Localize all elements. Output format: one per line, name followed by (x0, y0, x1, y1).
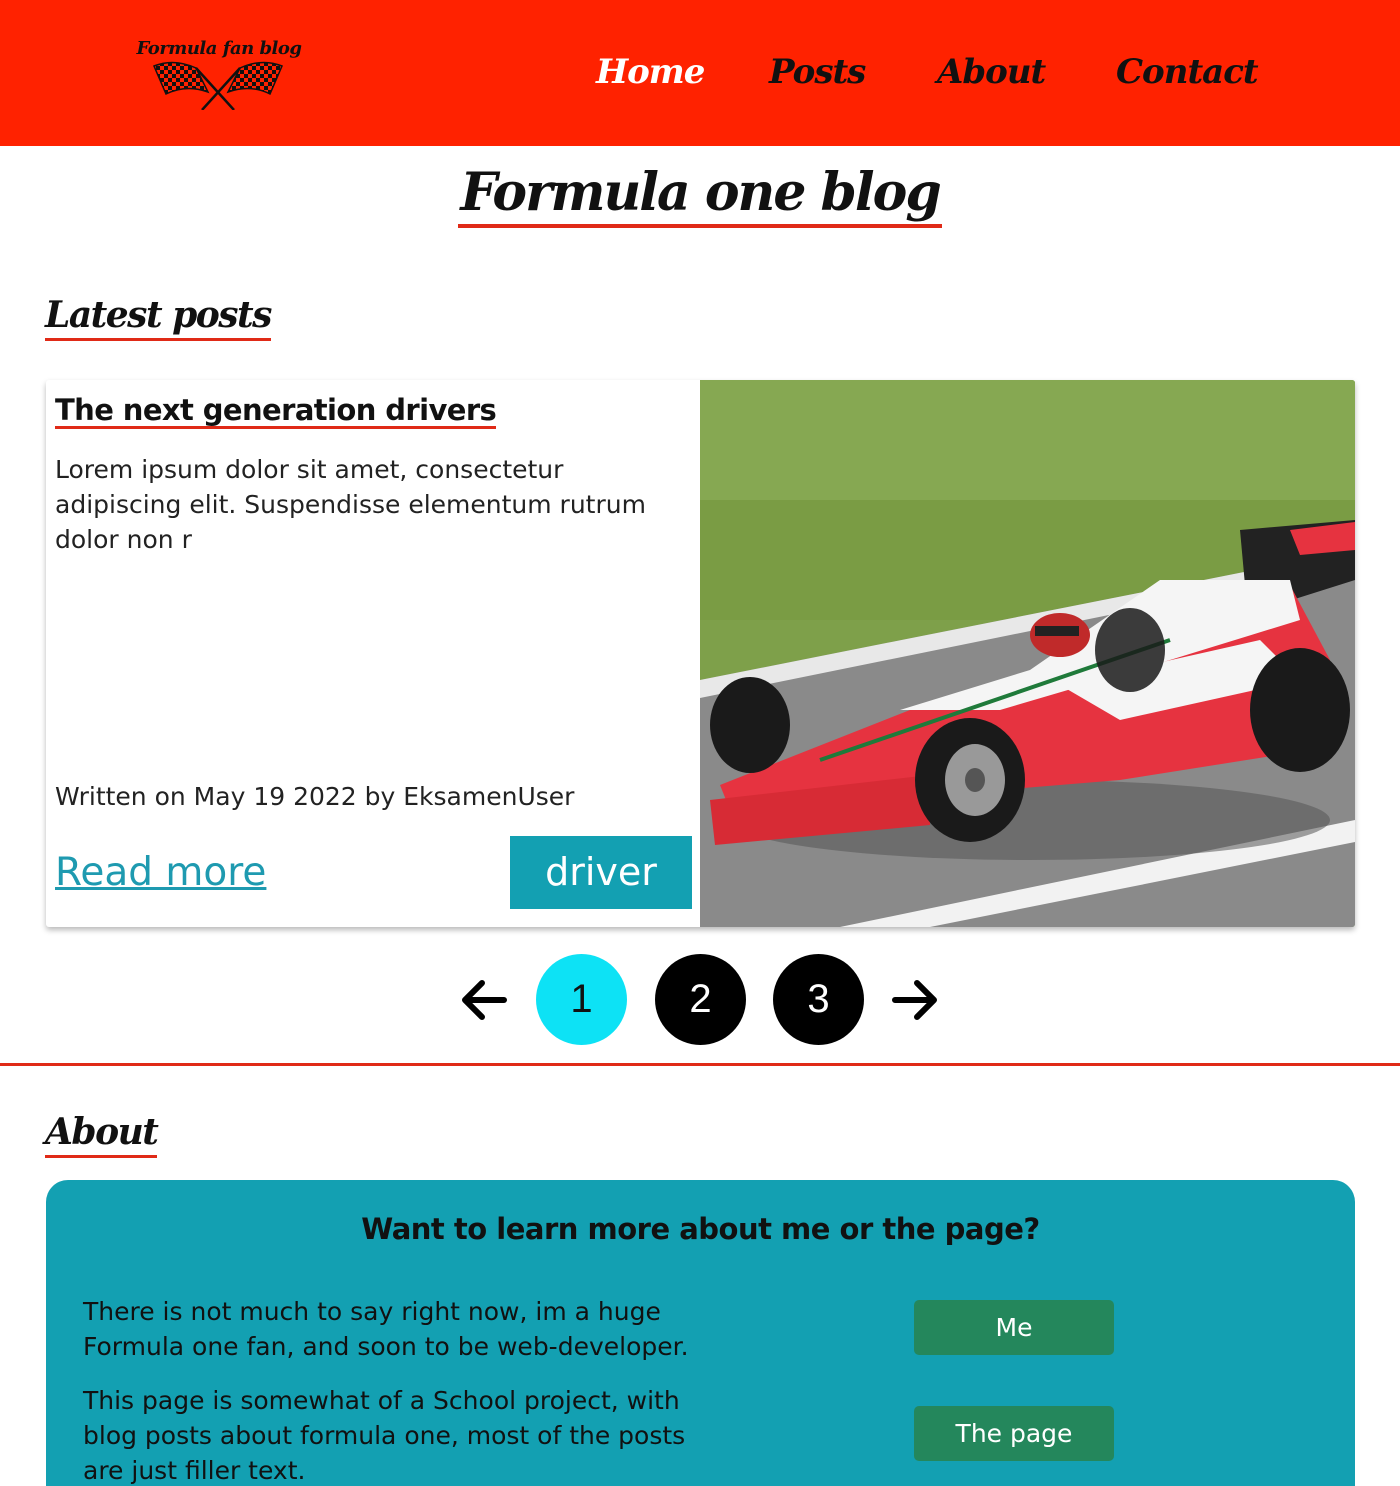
arrow-left-icon[interactable] (458, 974, 510, 1026)
race-car-image (700, 380, 1355, 927)
latest-posts-heading: Latest posts (45, 294, 272, 341)
nav-home[interactable]: Home (596, 52, 705, 92)
post-tag[interactable]: driver (510, 836, 692, 909)
post-meta: Written on May 19 2022 by EksamenUser (55, 782, 575, 811)
page-title: Formula one blog (458, 164, 942, 228)
pagination: 1 2 3 (0, 954, 1400, 1046)
site-header: Formula fan blog Home Posts About Contac… (0, 0, 1400, 146)
logo-text: Formula fan blog (136, 38, 302, 59)
post-card: The next generation drivers Lorem ipsum … (46, 380, 1355, 927)
post-excerpt: Lorem ipsum dolor sit amet, consectetur … (55, 455, 646, 554)
post-title[interactable]: The next generation drivers (55, 394, 497, 429)
checkered-flags-icon (153, 61, 283, 110)
section-divider (0, 1063, 1400, 1066)
about-heading: About (45, 1111, 159, 1158)
page-title-wrap: Formula one blog (0, 164, 1400, 228)
read-more-link[interactable]: Read more (55, 850, 266, 895)
site-logo[interactable]: Formula fan blog (134, 38, 304, 112)
about-box-heading: Want to learn more about me or the page? (361, 1212, 1040, 1246)
page-button-1[interactable]: 1 (536, 954, 627, 1045)
about-paragraph-1: There is not much to say right now, im a… (83, 1297, 689, 1361)
me-button[interactable]: Me (914, 1300, 1114, 1355)
nav-contact[interactable]: Contact (1116, 52, 1259, 92)
about-paragraph-2: This page is somewhat of a School projec… (83, 1386, 686, 1485)
about-box: Want to learn more about me or the page?… (46, 1180, 1355, 1486)
nav-about[interactable]: About (937, 52, 1046, 92)
arrow-right-icon[interactable] (889, 974, 941, 1026)
page-button-2[interactable]: 2 (655, 954, 746, 1045)
the-page-button[interactable]: The page (914, 1406, 1114, 1461)
nav-posts[interactable]: Posts (769, 52, 866, 92)
page-button-3[interactable]: 3 (773, 954, 864, 1045)
